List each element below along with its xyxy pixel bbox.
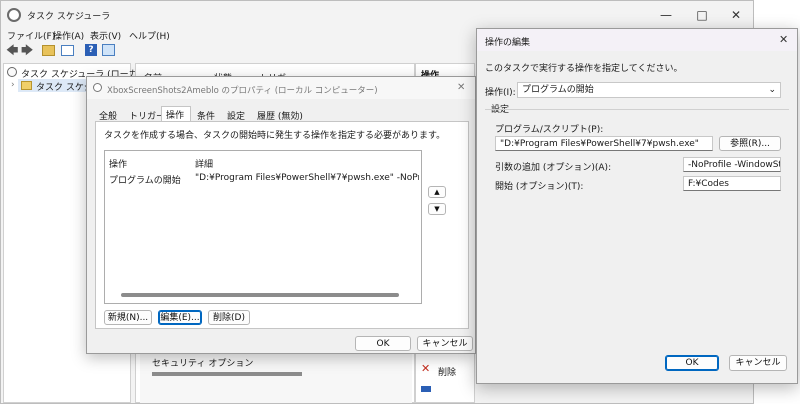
tab-action[interactable]: 操作 — [166, 108, 184, 121]
properties-dialog: XboxScreenShots2Ameblo のプロパティ (ローカル コンピュ… — [86, 76, 476, 354]
chevron-down-icon: ⌄ — [768, 85, 776, 95]
horizontal-scrollbar[interactable] — [121, 293, 399, 297]
edit-titlebar: 操作の編集 ✕ — [477, 29, 797, 51]
properties-title: XboxScreenShots2Ameblo のプロパティ (ローカル コンピュ… — [107, 86, 378, 96]
edit-dialog-title: 操作の編集 — [485, 38, 531, 48]
program-label: プログラム/スクリプト(P): — [495, 125, 604, 135]
clock-icon — [7, 8, 21, 22]
properties-cancel-button[interactable]: キャンセル — [417, 336, 473, 351]
arguments-label: 引数の追加 (オプション)(A): — [495, 163, 612, 173]
start-in-input[interactable]: F:¥Codes — [683, 176, 781, 191]
new-button[interactable]: 新規(N)... — [104, 310, 152, 325]
close-icon[interactable]: ✕ — [457, 82, 465, 93]
actions-table: 操作 詳細 プログラムの開始 "D:¥Program Files¥PowerSh… — [104, 150, 422, 304]
action-label: 操作(I): — [485, 88, 516, 98]
delete-button[interactable]: 削除(D) — [208, 310, 250, 325]
menu-help[interactable]: ヘルプ(H) — [129, 29, 170, 42]
close-icon[interactable]: ✕ — [779, 33, 788, 46]
clock-icon — [7, 67, 17, 77]
close-button[interactable]: ✕ — [719, 1, 753, 29]
maximize-button[interactable]: □ — [685, 1, 719, 29]
menu-action[interactable]: 操作(A) — [53, 29, 84, 42]
action-description: タスクを作成する場合、タスクの開始時に発生する操作を指定する必要があります。 — [104, 131, 446, 141]
header-action[interactable]: 操作 — [109, 157, 127, 170]
menu-file[interactable]: ファイル(F) — [7, 29, 55, 42]
edit-instruction: このタスクで実行する操作を指定してください。 — [485, 64, 683, 74]
program-input[interactable]: "D:¥Program Files¥PowerShell¥7¥pwsh.exe" — [495, 136, 713, 151]
properties-titlebar: XboxScreenShots2Ameblo のプロパティ (ローカル コンピュ… — [87, 77, 475, 99]
folder-up-icon[interactable] — [42, 45, 55, 56]
clock-icon — [93, 83, 102, 92]
action-select-value: プログラムの開始 — [522, 85, 594, 95]
panel-icon[interactable] — [61, 45, 74, 56]
main-titlebar: タスク スケジューラ — □ ✕ — [1, 1, 753, 29]
move-up-button[interactable]: ▲ — [428, 186, 446, 198]
tab-strip: 全般 トリガー 操作 条件 設定 履歴 (無効) — [95, 106, 469, 122]
edit-button[interactable]: 編集(E)... — [158, 310, 202, 325]
minimize-button[interactable]: — — [649, 1, 683, 29]
action-item-icon — [421, 386, 431, 392]
tab-content: タスクを作成する場合、タスクの開始時に発生する操作を指定する必要があります。 操… — [95, 121, 469, 329]
help-icon[interactable]: ? — [85, 44, 97, 56]
start-in-label: 開始 (オプション)(T): — [495, 182, 584, 192]
security-option-label: セキュリティ オプション — [152, 359, 254, 369]
forward-arrow-icon[interactable]: 🡆 — [21, 43, 33, 57]
folder-icon — [21, 81, 32, 90]
menu-view[interactable]: 表示(V) — [90, 29, 121, 42]
scroll-bar[interactable] — [152, 372, 302, 376]
arguments-input[interactable]: -NoProfile -WindowStyle H — [683, 157, 781, 172]
main-window-title: タスク スケジューラ — [27, 12, 111, 22]
move-down-button[interactable]: ▼ — [428, 203, 446, 215]
edit-action-dialog: 操作の編集 ✕ このタスクで実行する操作を指定してください。 操作(I): プロ… — [476, 28, 798, 384]
browse-button[interactable]: 参照(R)... — [719, 136, 781, 151]
action-select[interactable]: プログラムの開始 ⌄ — [517, 82, 781, 98]
delete-icon: ✕ — [421, 362, 431, 375]
delete-action[interactable]: 削除 — [438, 365, 456, 378]
edit-ok-button[interactable]: OK — [665, 355, 719, 371]
header-detail[interactable]: 詳細 — [195, 157, 213, 170]
edit-cancel-button[interactable]: キャンセル — [729, 355, 787, 371]
action-pane-icon[interactable] — [102, 44, 115, 56]
properties-ok-button[interactable]: OK — [355, 336, 411, 351]
row-action: プログラムの開始 — [109, 176, 181, 186]
row-detail: "D:¥Program Files¥PowerShell¥7¥pwsh.exe"… — [195, 173, 419, 183]
expand-chevron-icon[interactable]: › — [11, 80, 15, 90]
back-arrow-icon[interactable]: 🡄 — [6, 43, 18, 57]
